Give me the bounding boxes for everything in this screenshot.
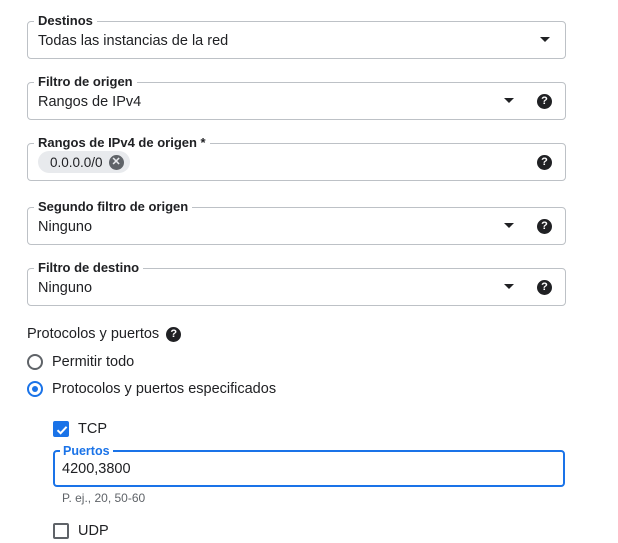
radio-label: Protocolos y puertos especificados (52, 381, 277, 397)
protocols-section-title: Protocolos y puertos ? (27, 326, 182, 342)
segundo-filtro-value: Ninguno (38, 219, 93, 235)
ip-range-chip-text: 0.0.0.0/0 (50, 154, 103, 170)
chevron-down-icon (504, 284, 514, 289)
tcp-label: TCP (78, 421, 107, 437)
destinos-label: Destinos (34, 13, 97, 29)
udp-label: UDP (78, 523, 109, 539)
radio-protocolos-especificados[interactable]: Protocolos y puertos especificados (27, 381, 276, 397)
tcp-checkbox[interactable] (53, 421, 69, 437)
ip-range-chip: 0.0.0.0/0 ✕ (38, 151, 130, 173)
chevron-down-icon (504, 223, 514, 228)
puertos-value: 4200,3800 (62, 461, 131, 477)
filtro-destino-label: Filtro de destino (34, 260, 144, 276)
radio-permitir-todo[interactable]: Permitir todo (27, 354, 134, 370)
filtro-origen-label: Filtro de origen (34, 74, 137, 90)
filtro-destino-value: Ninguno (38, 280, 93, 296)
udp-checkbox[interactable] (53, 523, 69, 539)
help-icon[interactable]: ? (537, 155, 552, 170)
filtro-origen-select[interactable]: Filtro de origen Rangos de IPv4 ? (27, 74, 566, 120)
segundo-filtro-select[interactable]: Segundo filtro de origen Ninguno ? (27, 199, 566, 245)
puertos-label: Puertos (60, 443, 113, 459)
rangos-origen-label: Rangos de IPv4 de origen * (34, 135, 210, 151)
help-icon[interactable]: ? (537, 280, 552, 295)
help-icon[interactable]: ? (166, 326, 182, 342)
destinos-select[interactable]: Destinos Todas las instancias de la red (27, 13, 566, 59)
filtro-destino-select[interactable]: Filtro de destino Ninguno ? (27, 260, 566, 306)
help-icon[interactable]: ? (537, 219, 552, 234)
segundo-filtro-label: Segundo filtro de origen (34, 199, 193, 215)
chevron-down-icon (540, 37, 550, 42)
protocols-title: Protocolos y puertos (27, 326, 160, 342)
udp-checkbox-row[interactable]: UDP (53, 523, 109, 539)
chevron-down-icon (504, 98, 514, 103)
rangos-origen-input[interactable]: Rangos de IPv4 de origen * 0.0.0.0/0 ✕ ? (27, 135, 566, 181)
remove-chip-icon[interactable]: ✕ (108, 154, 124, 170)
filtro-origen-value: Rangos de IPv4 (38, 94, 142, 110)
radio-label: Permitir todo (52, 354, 135, 370)
radio-button-selected[interactable] (27, 381, 43, 397)
help-icon[interactable]: ? (537, 94, 552, 109)
radio-button[interactable] (27, 354, 43, 370)
puertos-hint: P. ej., 20, 50-60 (62, 491, 146, 505)
destinos-value: Todas las instancias de la red (38, 33, 229, 49)
check-icon (56, 426, 68, 435)
puertos-input[interactable]: Puertos 4200,3800 (53, 443, 565, 487)
tcp-checkbox-row[interactable]: TCP (53, 421, 107, 437)
